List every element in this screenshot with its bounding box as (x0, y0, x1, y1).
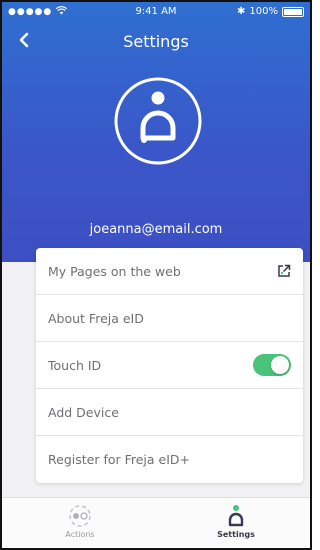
nav-bar: Settings (2, 26, 310, 58)
tab-settings[interactable]: Settings (158, 498, 310, 548)
battery-percent: 100% (249, 6, 278, 17)
tab-bar: Actions Settings (2, 497, 310, 548)
settings-item-touch-id: Touch ID (36, 342, 303, 389)
settings-item-label: Register for Freja eID+ (48, 452, 191, 467)
user-avatar-icon (113, 77, 203, 170)
touch-id-toggle-wrap (253, 354, 291, 376)
app-screen: ●●●●● 9:41 AM ✱ 100% Settings joeanna@em… (0, 0, 312, 550)
settings-item-label: My Pages on the web (48, 263, 181, 279)
tab-actions[interactable]: Actions (2, 498, 158, 548)
settings-item-label: About Freja eID (48, 310, 144, 326)
settings-item-label: Add Device (48, 404, 119, 420)
status-right: ✱ 100% (237, 6, 304, 17)
settings-person-icon (224, 504, 248, 528)
bluetooth-icon: ✱ (237, 6, 246, 17)
profile-header: ●●●●● 9:41 AM ✱ 100% Settings joeanna@em… (2, 2, 310, 262)
actions-icon (65, 504, 95, 528)
tab-label: Actions (65, 530, 95, 539)
settings-item-add-device[interactable]: Add Device (36, 389, 303, 436)
external-link-icon (277, 264, 291, 278)
settings-list: My Pages on the web About Freja eID Touc… (36, 248, 303, 483)
settings-item-register[interactable]: Register for Freja eID+ (36, 436, 303, 483)
settings-item-about[interactable]: About Freja eID (36, 295, 303, 342)
page-title: Settings (123, 32, 189, 51)
tab-label: Settings (217, 530, 255, 539)
settings-item-my-pages[interactable]: My Pages on the web (36, 248, 303, 295)
avatar (113, 76, 203, 166)
toggle-knob (271, 356, 289, 374)
user-email: joeanna@email.com (89, 222, 223, 237)
touch-id-toggle[interactable] (253, 354, 291, 376)
battery-icon (282, 6, 304, 17)
settings-item-label: Touch ID (48, 357, 102, 373)
status-bar: ●●●●● 9:41 AM ✱ 100% (2, 2, 310, 22)
